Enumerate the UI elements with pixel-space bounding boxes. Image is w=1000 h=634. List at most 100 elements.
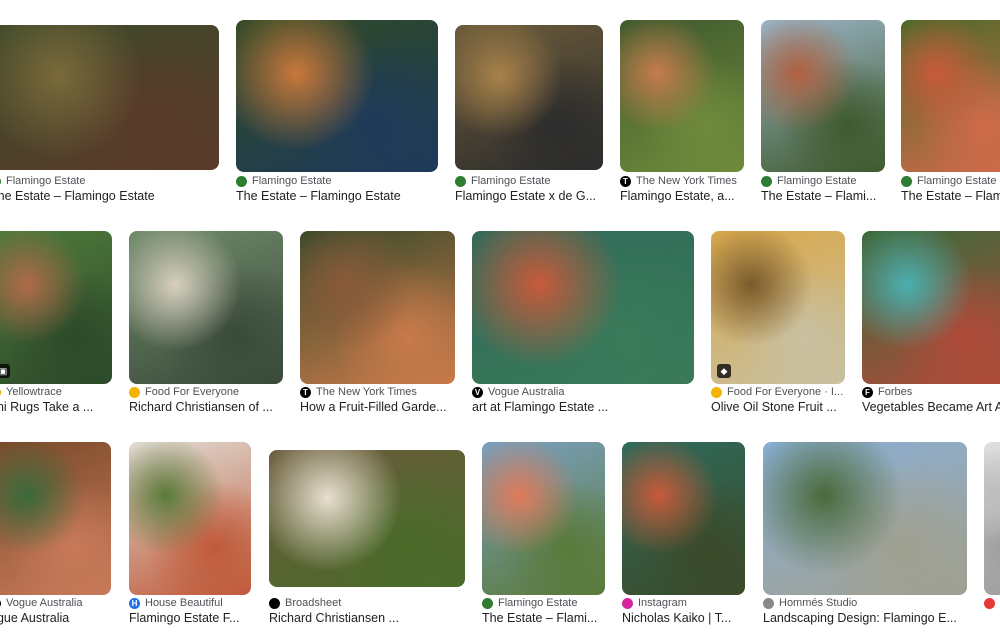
result-source[interactable]: Flamingo Estate [482, 597, 605, 609]
result-source[interactable]: Hommés Studio [763, 597, 967, 609]
image-result[interactable]: ◆ Food For Everyone · I... Olive Oil Stone… [711, 231, 845, 423]
favicon-icon [482, 597, 493, 609]
result-thumbnail[interactable] [761, 20, 885, 172]
result-source-label: The New York Times [316, 386, 417, 398]
result-title[interactable]: How a Fruit-Filled Garde... [300, 400, 455, 414]
favicon-icon: H [129, 597, 140, 609]
result-thumbnail[interactable]: ▣ [0, 231, 112, 384]
result-source[interactable]: Instagram [622, 597, 745, 609]
image-result[interactable]: Flamingo Estate The Estate – Flamingo Est… [236, 20, 438, 212]
result-thumbnail[interactable] [0, 25, 219, 170]
result-source[interactable]: V Vogue Australia [0, 597, 111, 609]
result-thumbnail[interactable] [300, 231, 455, 384]
image-result[interactable]: H House Beautiful Flamingo Estate F... [129, 442, 251, 634]
result-thumbnail[interactable] [0, 442, 111, 595]
result-thumbnail[interactable] [622, 442, 745, 595]
result-thumbnail[interactable] [862, 231, 1000, 384]
image-result[interactable] [984, 442, 1000, 634]
result-title[interactable]: The Estate – Flamingo Estate [236, 189, 438, 203]
result-title[interactable]: The Estate – Flamingo Estate [0, 189, 219, 203]
image-result[interactable]: T The New York Times Flamingo Estate, a... [620, 20, 744, 212]
result-title[interactable]: Flamingo Estate, a... [620, 189, 744, 203]
result-thumbnail[interactable] [472, 231, 694, 384]
result-title[interactable]: The Estate – Flam [901, 189, 1000, 203]
result-source[interactable]: Food For Everyone [129, 386, 283, 398]
image-result[interactable]: ▣ Yellowtrace eni Rugs Take a ... [0, 231, 112, 423]
favicon-icon [984, 598, 995, 609]
result-source[interactable]: Flamingo Estate [455, 175, 603, 187]
result-title[interactable]: Landscaping Design: Flamingo E... [763, 611, 967, 625]
image-result[interactable]: Broadsheet Richard Christiansen ... [269, 450, 465, 634]
result-source-label: Food For Everyone · I... [727, 386, 844, 398]
result-title[interactable]: Richard Christiansen of ... [129, 400, 283, 414]
result-source[interactable]: Broadsheet [269, 597, 465, 609]
result-thumbnail[interactable] [129, 442, 251, 595]
result-thumbnail[interactable] [763, 442, 967, 595]
image-result[interactable]: Flamingo Estate Flamingo Estate x de G... [455, 25, 603, 212]
result-source-label: Vogue Australia [488, 386, 565, 398]
image-result[interactable]: F Forbes Vegetables Became Art A [862, 231, 1000, 423]
result-source[interactable]: Flamingo Estate [0, 175, 219, 187]
favicon-icon [0, 386, 1, 398]
result-source-label: Instagram [638, 597, 687, 609]
image-result[interactable]: T The New York Times How a Fruit-Filled Ga… [300, 231, 455, 423]
result-thumbnail[interactable] [482, 442, 605, 595]
favicon-icon [129, 386, 140, 398]
result-source-label: The New York Times [636, 175, 737, 187]
image-result[interactable]: Flamingo Estate The Estate – Flamingo Est… [0, 25, 219, 212]
image-result[interactable]: Food For Everyone Richard Christiansen of… [129, 231, 283, 423]
result-source-label: Vogue Australia [6, 597, 83, 609]
result-source[interactable]: V Vogue Australia [472, 386, 694, 398]
result-title[interactable]: Flamingo Estate F... [129, 611, 251, 625]
result-source-label: Yellowtrace [6, 386, 62, 398]
result-title[interactable]: Richard Christiansen ... [269, 611, 465, 625]
result-title[interactable]: Nicholas Kaiko | T... [622, 611, 745, 625]
favicon-icon [269, 597, 280, 609]
favicon-icon: V [472, 386, 483, 398]
tag-icon: ◆ [717, 364, 731, 378]
result-title[interactable]: Olive Oil Stone Fruit ... [711, 400, 845, 414]
result-title[interactable]: The Estate – Flami... [482, 611, 605, 625]
image-result[interactable]: Hommés Studio Landscaping Design: Flaming… [763, 442, 967, 634]
image-result[interactable]: Flamingo Estate The Estate – Flam [901, 20, 1000, 212]
image-result[interactable]: V Vogue Australia ogue Australia [0, 442, 111, 634]
result-thumbnail[interactable] [129, 231, 283, 384]
favicon-icon: T [620, 175, 631, 187]
result-title[interactable]: Vegetables Became Art A [862, 400, 1000, 414]
result-source[interactable]: Yellowtrace [0, 386, 112, 398]
result-source[interactable]: Flamingo Estate [236, 175, 438, 187]
result-source[interactable]: T The New York Times [300, 386, 455, 398]
result-source[interactable]: T The New York Times [620, 175, 744, 187]
result-source[interactable]: Food For Everyone · I... [711, 386, 845, 398]
image-result[interactable]: Flamingo Estate The Estate – Flami... [482, 442, 605, 634]
result-thumbnail[interactable] [236, 20, 438, 172]
result-title[interactable]: eni Rugs Take a ... [0, 400, 112, 414]
favicon-icon [901, 175, 912, 187]
image-result[interactable]: Flamingo Estate The Estate – Flami... [761, 20, 885, 212]
result-thumbnail[interactable] [901, 20, 1000, 172]
favicon-icon [761, 175, 772, 187]
result-thumbnail[interactable] [269, 450, 465, 587]
result-source[interactable]: F Forbes [862, 386, 1000, 398]
favicon-icon [622, 597, 633, 609]
result-title[interactable]: The Estate – Flami... [761, 189, 885, 203]
result-thumbnail[interactable]: ◆ [711, 231, 845, 384]
result-thumbnail[interactable] [620, 20, 744, 172]
result-source-label: Flamingo Estate [777, 175, 857, 187]
result-source-label: Flamingo Estate [917, 175, 997, 187]
image-result[interactable]: V Vogue Australia art at Flamingo Estate .… [472, 231, 694, 423]
result-thumbnail[interactable] [455, 25, 603, 170]
favicon-icon [455, 175, 466, 187]
result-title[interactable]: art at Flamingo Estate ... [472, 400, 694, 414]
result-thumbnail[interactable] [984, 442, 1000, 595]
favicon-icon: F [862, 386, 873, 398]
result-title[interactable]: Flamingo Estate x de G... [455, 189, 603, 203]
result-title[interactable]: ogue Australia [0, 611, 111, 625]
favicon-icon [236, 175, 247, 187]
result-source[interactable]: Flamingo Estate [761, 175, 885, 187]
result-source-label: Forbes [878, 386, 913, 398]
image-result[interactable]: Instagram Nicholas Kaiko | T... [622, 442, 745, 634]
result-source[interactable]: H House Beautiful [129, 597, 251, 609]
favicon-icon: V [0, 597, 1, 609]
result-source[interactable]: Flamingo Estate [901, 175, 1000, 187]
